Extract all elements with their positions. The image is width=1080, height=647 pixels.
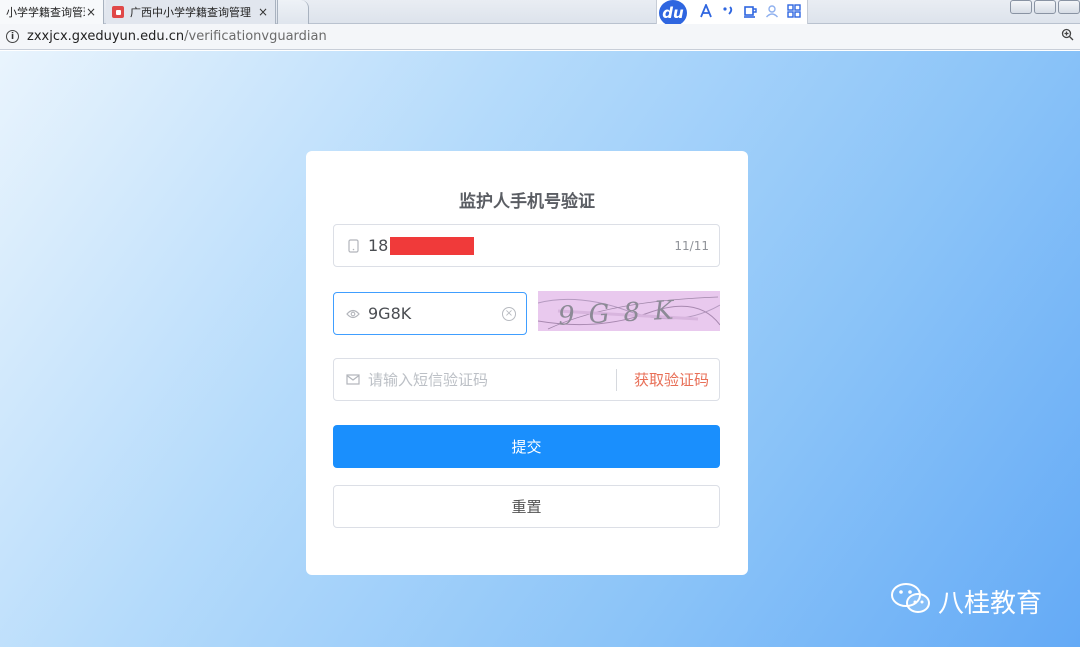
tab-title: 广西中小学学籍查询管理 [130,6,251,19]
tab-close-icon[interactable]: × [257,5,269,19]
minimize-icon[interactable] [1034,0,1056,14]
watermark-text: 八桂教育 [938,589,1043,619]
wechat-icon [890,581,932,622]
quote-icon[interactable] [717,4,739,22]
extension-toolbar: du [656,0,808,26]
sms-placeholder: 请输入短信验证码 [368,371,489,389]
url-host: zxxjcx.gxeduyun.edu.cn [27,29,185,44]
phone-input[interactable]: 18 11/11 [333,224,720,267]
captcha-input[interactable]: 9G8K × [333,292,527,335]
clear-icon[interactable]: × [502,306,516,321]
font-a-icon[interactable] [695,2,717,22]
window-controls [1008,0,1080,14]
sms-code-input[interactable]: 请输入短信验证码 获取验证码 [333,358,720,401]
tab-title: 小学学籍查询管理 [6,6,85,19]
maximize-icon[interactable] [1058,0,1080,14]
baidu-du-logo-icon[interactable]: du [659,0,687,26]
cup-icon[interactable] [739,4,761,22]
tab-active[interactable]: 小学学籍查询管理 × [0,0,104,24]
get-code-button[interactable]: 获取验证码 [634,369,709,390]
captcha-image[interactable]: 9G8K [538,291,720,331]
phone-prefix: 18 [368,236,389,255]
page-background: 监护人手机号验证 18 11/11 9G8K × 9G8K 请输入短信验证码 获… [0,51,1080,647]
page-title: 监护人手机号验证 [459,192,595,212]
url-path: /verificationvguardian [184,29,327,44]
info-icon[interactable]: i [6,30,19,43]
eye-icon [346,309,360,319]
browser-tabstrip: 小学学籍查询管理 × 广西中小学学籍查询管理 × du [0,0,1080,26]
sms-divider [615,368,617,391]
reset-button[interactable]: 重置 [333,485,720,528]
captcha-image-text: 9G8K [557,295,688,331]
url-text[interactable]: zxxjcx.gxeduyun.edu.cn/verificationvguar… [27,29,1061,44]
tab-close-icon[interactable]: × [85,5,97,19]
phone-icon [346,238,360,253]
tab-second[interactable]: 广西中小学学籍查询管理 × [106,0,276,24]
mail-icon [346,374,360,385]
address-bar[interactable]: i zxxjcx.gxeduyun.edu.cn/verificationvgu… [0,24,1080,50]
site-favicon-icon [112,6,124,18]
user-profile-icon[interactable] [1010,0,1032,14]
verification-card: 监护人手机号验证 18 11/11 9G8K × 9G8K 请输入短信验证码 获… [306,151,748,575]
redacted-phone-digits [390,236,475,255]
apps-grid-icon[interactable] [783,3,805,22]
user-icon[interactable] [761,4,783,22]
new-tab-button[interactable] [277,0,309,24]
phone-value[interactable]: 18 [368,236,674,255]
captcha-value[interactable]: 9G8K [368,304,502,323]
watermark: 八桂教育 [890,581,1042,622]
submit-button[interactable]: 提交 [333,425,720,468]
phone-char-counter: 11/11 [674,238,709,253]
zoom-icon[interactable] [1061,28,1074,45]
